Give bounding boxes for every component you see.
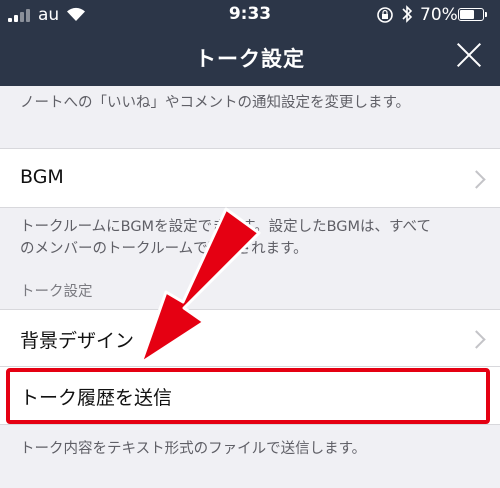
red-arrow-annotation [139, 207, 261, 365]
